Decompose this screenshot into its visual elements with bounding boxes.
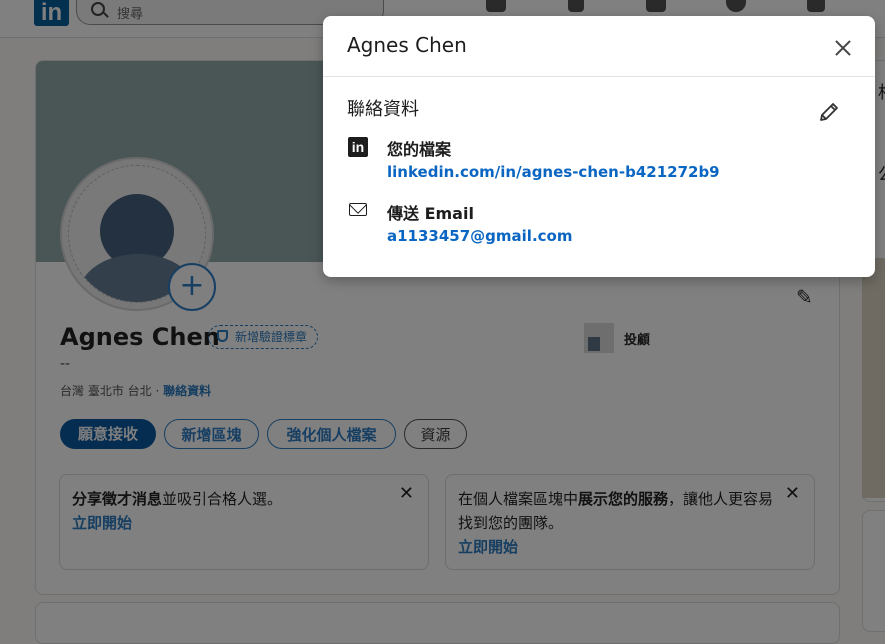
briefcase-icon[interactable] (646, 0, 666, 12)
verify-badge-label: 新增驗證標章 (235, 330, 308, 344)
email-label: 傳送 Email (387, 204, 474, 223)
resources-button[interactable]: 資源 (404, 419, 467, 449)
profile-location-line: 台灣 臺北市 台北 · 聯絡資料 (60, 384, 212, 398)
suggestion-card-hiring: 分享徵才消息並吸引合格人選。 立即開始 ✕ (59, 474, 429, 570)
profile-location: 台灣 臺北市 台北 (60, 384, 152, 398)
add-photo-button[interactable]: + (168, 263, 216, 311)
open-to-button[interactable]: 願意接收 (60, 419, 156, 449)
contact-info-heading: 聯絡資料 (347, 99, 419, 120)
mail-icon (349, 203, 367, 216)
edit-intro-pencil-icon[interactable]: ✎ (796, 285, 813, 309)
email-link[interactable]: a1133457@gmail.com (387, 227, 572, 245)
pencil-icon[interactable] (817, 100, 841, 124)
close-icon[interactable] (829, 34, 857, 62)
people-icon[interactable] (568, 0, 584, 12)
suggestion-card-services: 在個人檔案區塊中展示您的服務，讓他人更容易找到您的團隊。 立即開始 ✕ (445, 474, 815, 570)
profile-name: Agnes Chen (60, 323, 220, 351)
add-section-button[interactable]: 新增區塊 (164, 419, 259, 449)
profile-url-link[interactable]: linkedin.com/in/agnes-chen-b421272b9 (387, 163, 720, 181)
close-icon[interactable]: ✕ (399, 483, 414, 504)
home-icon[interactable] (486, 0, 506, 12)
profile-headline: -- (60, 356, 71, 372)
start-link[interactable]: 立即開始 (458, 538, 518, 556)
linkedin-logo[interactable]: in (34, 0, 69, 26)
contact-info-modal: Agnes Chen 聯絡資料 in 您的檔案 linkedin.com/in/… (323, 16, 875, 277)
bell-icon[interactable] (807, 0, 825, 12)
search-icon (91, 2, 105, 16)
message-icon[interactable] (726, 0, 746, 12)
search-placeholder: 搜尋 (117, 7, 144, 22)
suggestion-text: 在個人檔案區塊中展示您的服務，讓他人更容易找到您的團隊。 立即開始 (458, 490, 774, 556)
next-section-card (35, 602, 840, 644)
suggestion-text: 分享徵才消息並吸引合格人選。 立即開始 (72, 490, 283, 532)
modal-title: Agnes Chen (347, 33, 467, 57)
right-sidebar-text-2: 公 (878, 160, 885, 185)
right-sidebar-text: 相 (878, 78, 885, 103)
verify-badge-button[interactable]: 新增驗證標章 (208, 325, 319, 349)
enhance-profile-button[interactable]: 強化個人檔案 (267, 419, 396, 449)
right-sidebar-ad-image[interactable] (862, 258, 885, 498)
shield-icon (217, 330, 228, 342)
company-logo[interactable] (584, 323, 614, 353)
company-name[interactable]: 投顧 (624, 329, 650, 348)
right-sidebar-card-2 (862, 510, 885, 632)
close-icon[interactable]: ✕ (785, 483, 800, 504)
modal-divider (323, 76, 875, 77)
profile-label: 您的檔案 (387, 140, 452, 159)
start-link[interactable]: 立即開始 (72, 514, 132, 532)
linkedin-icon: in (348, 137, 368, 157)
contact-info-link[interactable]: 聯絡資料 (163, 384, 211, 398)
plus-icon: + (179, 268, 205, 303)
